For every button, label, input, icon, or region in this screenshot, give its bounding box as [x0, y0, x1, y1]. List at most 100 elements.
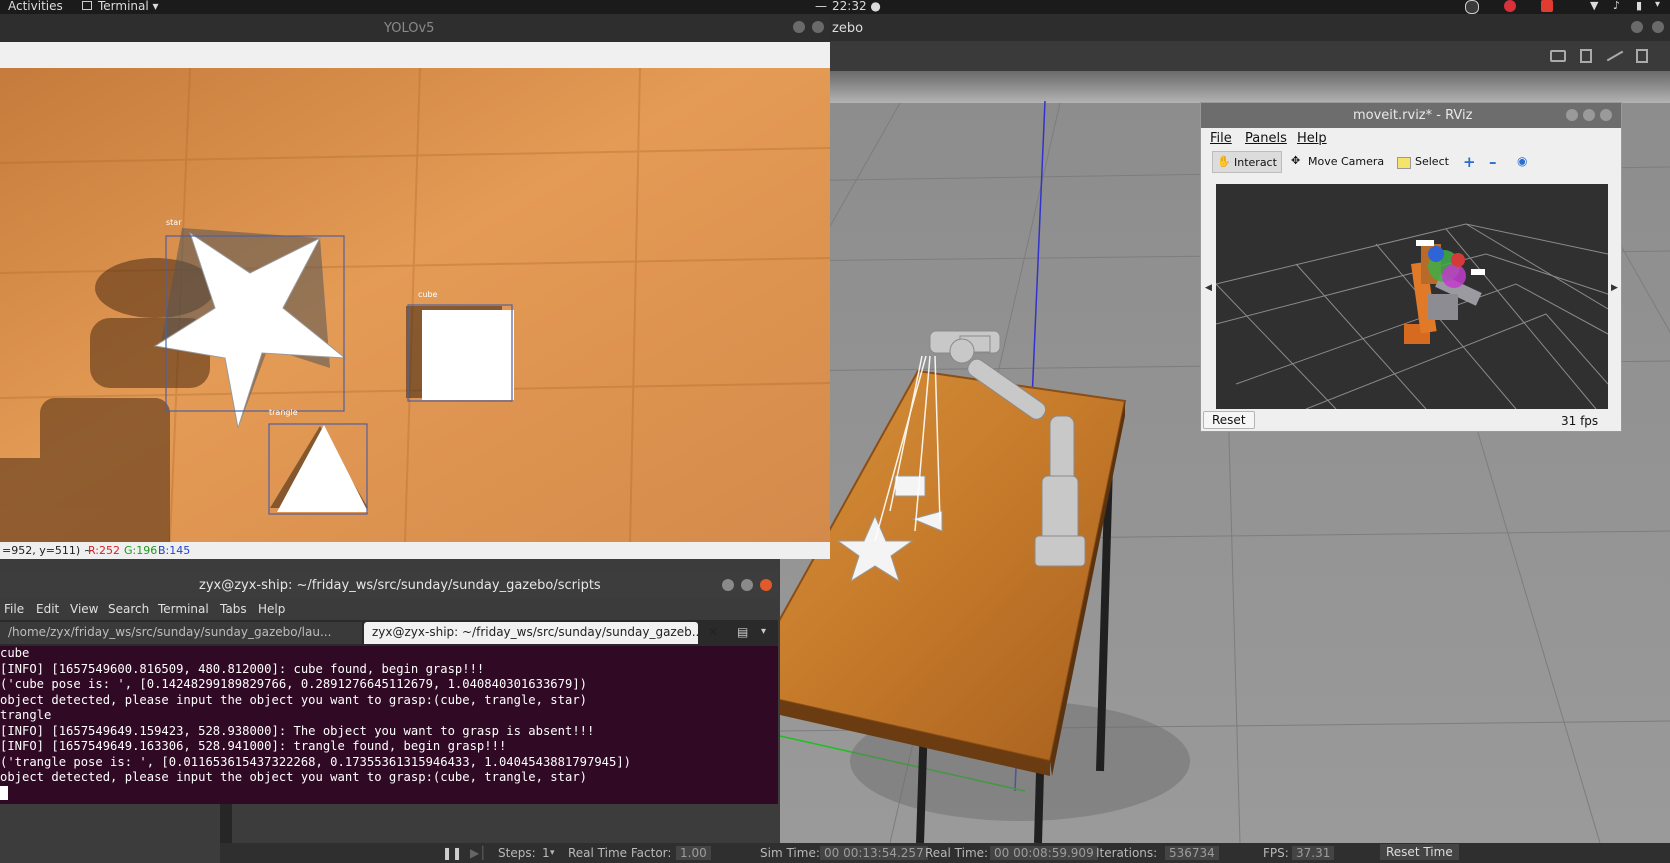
- iterations-label: Iterations:: [1096, 846, 1158, 860]
- desktop-gap: [220, 804, 232, 843]
- yolo-detection-image[interactable]: star cube trangle: [0, 68, 830, 542]
- terminal-line: cube: [0, 646, 30, 660]
- terminal-output[interactable]: cube [INFO] [1657549600.816509, 480.81200…: [0, 646, 778, 804]
- menu-terminal[interactable]: Terminal: [158, 602, 209, 616]
- menu-edit[interactable]: Edit: [36, 602, 59, 616]
- terminal-line: [INFO] [1657549600.816509, 480.812000]: …: [0, 661, 485, 676]
- add-tool-icon[interactable]: +: [1463, 153, 1476, 171]
- star-detection-label: star: [166, 218, 182, 227]
- interact-tool[interactable]: ✋ Interact: [1212, 151, 1282, 173]
- pixel-g: G:196: [124, 544, 158, 557]
- rviz-close-button[interactable]: [1600, 109, 1612, 121]
- remove-tool-icon[interactable]: –: [1489, 153, 1497, 171]
- yolo-title: YOLOv5: [384, 21, 435, 36]
- wifi-icon[interactable]: ▼: [1590, 0, 1598, 12]
- rviz-maximize-button[interactable]: [1583, 109, 1595, 121]
- gazebo-titlebar: zebo: [780, 14, 1670, 41]
- terminal-app-icon: [82, 1, 92, 10]
- desktop-background: [0, 804, 220, 863]
- terminal-tab-2[interactable]: zyx@zyx-ship: ~/friday_ws/src/sunday/sun…: [364, 622, 698, 644]
- terminal-maximize-button[interactable]: [741, 579, 753, 591]
- collapse-right-icon[interactable]: ▶: [1611, 283, 1618, 293]
- settings-tray-icon[interactable]: [1465, 0, 1479, 14]
- pixel-b: B:145: [158, 544, 191, 557]
- terminal-titlebar: zyx@zyx-ship: ~/friday_ws/src/sunday/sun…: [0, 572, 778, 598]
- activities-button[interactable]: Activities: [8, 0, 63, 13]
- cube-detection-label: cube: [418, 290, 438, 299]
- rviz-window: moveit.rviz* - RViz File Panels Help ✋ I…: [1200, 102, 1622, 432]
- interact-label: Interact: [1234, 156, 1277, 169]
- select-icon: [1397, 157, 1411, 169]
- rtf-value: 1.00: [676, 846, 711, 860]
- camera-type-eye-icon[interactable]: ◉: [1517, 154, 1527, 168]
- rviz-render: [1216, 184, 1608, 409]
- collapse-left-icon[interactable]: ◀: [1205, 283, 1212, 293]
- video-icon[interactable]: [1636, 49, 1648, 63]
- rviz-minimize-button[interactable]: [1566, 109, 1578, 121]
- trangle-detection-label: trangle: [269, 408, 298, 417]
- fps-value: 37.31: [1292, 846, 1335, 860]
- pixel-coords: =952, y=511) ~: [2, 544, 93, 557]
- terminal-window: zyx@zyx-ship: ~/friday_ws/src/sunday/sun…: [0, 572, 778, 804]
- log-icon[interactable]: [1580, 49, 1592, 63]
- reset-time-button[interactable]: Reset Time: [1380, 844, 1459, 860]
- yolo-titlebar: YOLOv5: [0, 14, 830, 42]
- volume-icon[interactable]: ♪: [1613, 0, 1620, 12]
- terminal-line: trangle: [0, 708, 52, 722]
- menu-tabs[interactable]: Tabs: [220, 602, 247, 616]
- clock[interactable]: 22:32 ●: [832, 0, 881, 13]
- real-time-value: 00 00:08:59.909: [990, 846, 1098, 860]
- rviz-reset-button[interactable]: Reset: [1203, 411, 1255, 429]
- move-camera-tool[interactable]: ✥ Move Camera: [1291, 151, 1387, 173]
- move-camera-icon: ✥: [1291, 154, 1301, 167]
- new-tab-icon[interactable]: ▤: [737, 625, 748, 639]
- rviz-title: moveit.rviz* - RViz: [1353, 108, 1473, 123]
- system-menu-chevron-icon[interactable]: ▾: [1655, 0, 1660, 10]
- select-tool[interactable]: Select: [1397, 151, 1457, 173]
- menu-help[interactable]: Help: [258, 602, 285, 616]
- tab-close-icon[interactable]: ✕: [708, 625, 718, 639]
- menu-view[interactable]: View: [70, 602, 98, 616]
- terminal-title: zyx@zyx-ship: ~/friday_ws/src/sunday/sun…: [199, 578, 601, 593]
- sim-time-label: Sim Time:: [760, 846, 820, 860]
- pause-button[interactable]: ❚❚: [442, 846, 462, 860]
- rviz-fps: 31 fps: [1561, 414, 1599, 428]
- rviz-menubar: File Panels Help: [1201, 128, 1621, 148]
- rtf-label: Real Time Factor:: [568, 846, 672, 860]
- rviz-menu-panels[interactable]: Panels: [1245, 131, 1287, 146]
- hand-icon: ✋: [1217, 155, 1231, 168]
- rviz-titlebar: moveit.rviz* - RViz: [1201, 103, 1621, 128]
- maximize-button[interactable]: [1652, 21, 1664, 33]
- step-icon[interactable]: ▶│: [470, 846, 486, 860]
- battery-icon[interactable]: ▮: [1636, 0, 1642, 12]
- yolo-toolbar-strip: [0, 42, 830, 68]
- iterations-value: 536734: [1165, 846, 1219, 860]
- steps-value[interactable]: 1: [542, 846, 550, 860]
- netease-tray-icon[interactable]: [1504, 0, 1516, 12]
- yolo-minimize-button[interactable]: [793, 21, 805, 33]
- rviz-menu-help[interactable]: Help: [1297, 131, 1327, 146]
- steps-chevron-down-icon[interactable]: ▾: [550, 848, 555, 858]
- plot-icon[interactable]: [1606, 50, 1624, 62]
- terminal-cursor: [0, 785, 8, 800]
- minimize-button[interactable]: [1631, 21, 1643, 33]
- terminal-line: [INFO] [1657549649.163306, 528.941000]: …: [0, 739, 507, 753]
- rviz-3d-view[interactable]: [1216, 184, 1608, 409]
- terminal-minimize-button[interactable]: [722, 579, 734, 591]
- real-time-label: Real Time:: [925, 846, 989, 860]
- menu-search[interactable]: Search: [108, 602, 149, 616]
- terminal-tabbar: /home/zyx/friday_ws/src/sunday/sunday_ga…: [0, 620, 778, 646]
- fps-label: FPS:: [1263, 846, 1289, 860]
- camera-frame: [0, 68, 830, 542]
- terminal-line: ('cube pose is: ', [0.14248299189829766,…: [0, 677, 587, 691]
- yolo-maximize-button[interactable]: [812, 21, 824, 33]
- menu-file[interactable]: File: [4, 602, 24, 616]
- terminal-close-button[interactable]: [760, 579, 772, 591]
- terminal-tab-1[interactable]: /home/zyx/friday_ws/src/sunday/sunday_ga…: [0, 622, 362, 644]
- app-menu[interactable]: Terminal ▾: [98, 0, 159, 13]
- tab-list-chevron-down-icon[interactable]: ▾: [761, 626, 766, 637]
- screenshot-icon[interactable]: [1550, 50, 1566, 62]
- select-label: Select: [1415, 155, 1449, 168]
- rviz-menu-file[interactable]: File: [1210, 131, 1232, 146]
- sogou-tray-icon[interactable]: [1541, 0, 1553, 12]
